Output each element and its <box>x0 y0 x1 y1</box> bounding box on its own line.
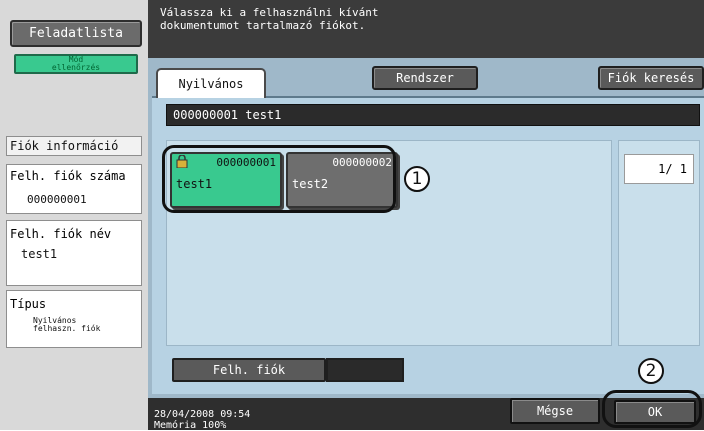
account-number-value: 000000001 <box>27 193 87 206</box>
account-number-panel: Felh. fiók száma 000000001 <box>6 164 142 214</box>
user-account-button[interactable]: Felh. fiók <box>172 358 326 382</box>
account-info-title: Fiók információ <box>6 136 142 156</box>
callout-number-2: 2 <box>638 358 664 384</box>
selected-account-display: 000000001 test1 <box>166 104 700 126</box>
callout-number-1: 1 <box>404 166 430 192</box>
account-name-value: test1 <box>21 247 58 261</box>
instruction-text: Válassza ki a felhasználni kívánt dokume… <box>160 6 379 32</box>
user-account-field[interactable] <box>326 358 404 382</box>
type-panel: Típus Nyilvános felhaszn. fiók <box>6 290 142 348</box>
account-number-label: Felh. fiók száma <box>10 169 126 183</box>
page-indicator: 1/ 1 <box>624 154 694 184</box>
type-label: Típus <box>10 297 47 311</box>
callout-highlight-ok <box>602 390 702 428</box>
tab-system[interactable]: Rendszer <box>372 66 478 90</box>
callout-highlight-boxes <box>162 145 396 213</box>
tab-public[interactable]: Nyilvános <box>156 68 266 98</box>
cancel-button[interactable]: Mégse <box>510 398 600 424</box>
mode-check-button[interactable]: Mód ellenőrzés <box>14 54 138 74</box>
account-name-panel: Felh. fiók név test1 <box>6 220 142 286</box>
datetime-status: 28/04/2008 09:54 Memória 100% <box>154 409 251 431</box>
type-value: Nyilvános felhaszn. fiók <box>33 316 101 333</box>
account-name-label: Felh. fiók név <box>10 227 112 241</box>
account-search-button[interactable]: Fiók keresés <box>598 66 704 90</box>
job-list-button[interactable]: Feladatlista <box>10 20 142 47</box>
